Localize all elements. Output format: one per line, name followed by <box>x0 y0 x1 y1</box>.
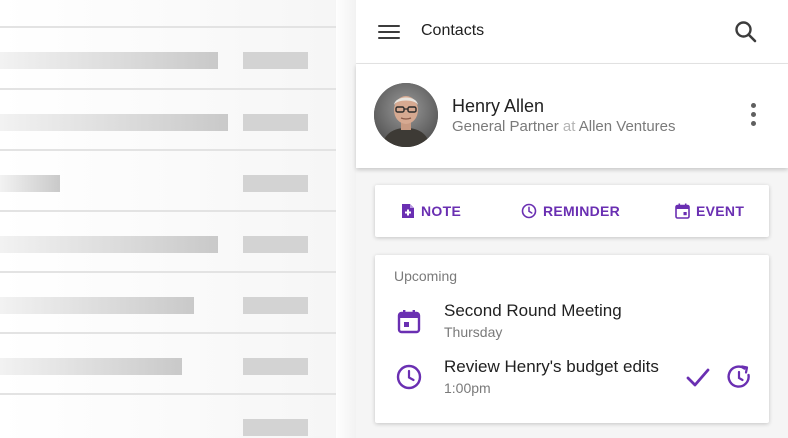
check-icon[interactable] <box>684 363 712 391</box>
placeholder-bar <box>243 236 308 253</box>
placeholder-bar <box>243 419 308 436</box>
contact-title: General Partner at Allen Ventures <box>452 118 676 135</box>
contact-header: Henry Allen General Partner at Allen Ven… <box>356 64 788 168</box>
item-subtitle: Thursday <box>444 324 503 340</box>
placeholder-bar <box>0 236 218 253</box>
calendar-event-icon <box>675 203 690 219</box>
item-title: Second Round Meeting <box>444 301 622 320</box>
background-list <box>0 0 336 438</box>
placeholder-bar <box>0 52 218 69</box>
event-button[interactable]: EVENT <box>675 202 744 220</box>
pane-divider <box>334 0 356 438</box>
upcoming-card: Upcoming Second Round Meeting Thursday R… <box>375 255 769 423</box>
clock-icon <box>396 364 422 390</box>
item-subtitle: 1:00pm <box>444 380 491 396</box>
quick-actions-card: NOTE REMINDER EVENT <box>375 185 769 237</box>
placeholder-bar <box>243 52 308 69</box>
snooze-icon[interactable] <box>725 363 753 391</box>
page-title: Contacts <box>421 22 485 39</box>
app-bar: Contacts <box>356 0 788 64</box>
contact-name: Henry Allen <box>452 96 545 116</box>
search-icon[interactable] <box>732 18 760 46</box>
placeholder-bar <box>243 114 308 131</box>
placeholder-bar <box>0 114 228 131</box>
contact-panel: Contacts Henry Allen General Partner at … <box>356 0 788 438</box>
list-row <box>0 149 336 210</box>
clock-icon <box>521 203 537 219</box>
reminder-button[interactable]: REMINDER <box>521 202 620 220</box>
list-row <box>0 26 336 87</box>
placeholder-bar <box>243 297 308 314</box>
list-row <box>0 332 336 393</box>
item-title: Review Henry's budget edits <box>444 357 659 376</box>
placeholder-bar <box>0 297 194 314</box>
contact-company: Allen Ventures <box>578 118 676 135</box>
list-row <box>0 210 336 271</box>
placeholder-bar <box>0 175 60 192</box>
upcoming-heading: Upcoming <box>394 268 458 284</box>
list-row <box>0 393 336 438</box>
reminder-label: REMINDER <box>543 203 621 219</box>
placeholder-bar <box>0 358 182 375</box>
note-label: NOTE <box>421 203 462 219</box>
note-add-icon <box>402 204 414 218</box>
list-row <box>0 88 336 149</box>
event-label: EVENT <box>696 203 745 219</box>
list-row <box>0 271 336 332</box>
calendar-icon <box>397 310 421 334</box>
placeholder-bar <box>243 358 308 375</box>
contact-connector: at <box>562 118 576 135</box>
note-button[interactable]: NOTE <box>401 202 461 220</box>
avatar[interactable] <box>374 83 438 147</box>
more-vert-icon[interactable] <box>748 102 760 130</box>
menu-icon[interactable] <box>376 20 402 44</box>
contact-role: General Partner <box>452 118 559 135</box>
placeholder-bar <box>243 175 308 192</box>
